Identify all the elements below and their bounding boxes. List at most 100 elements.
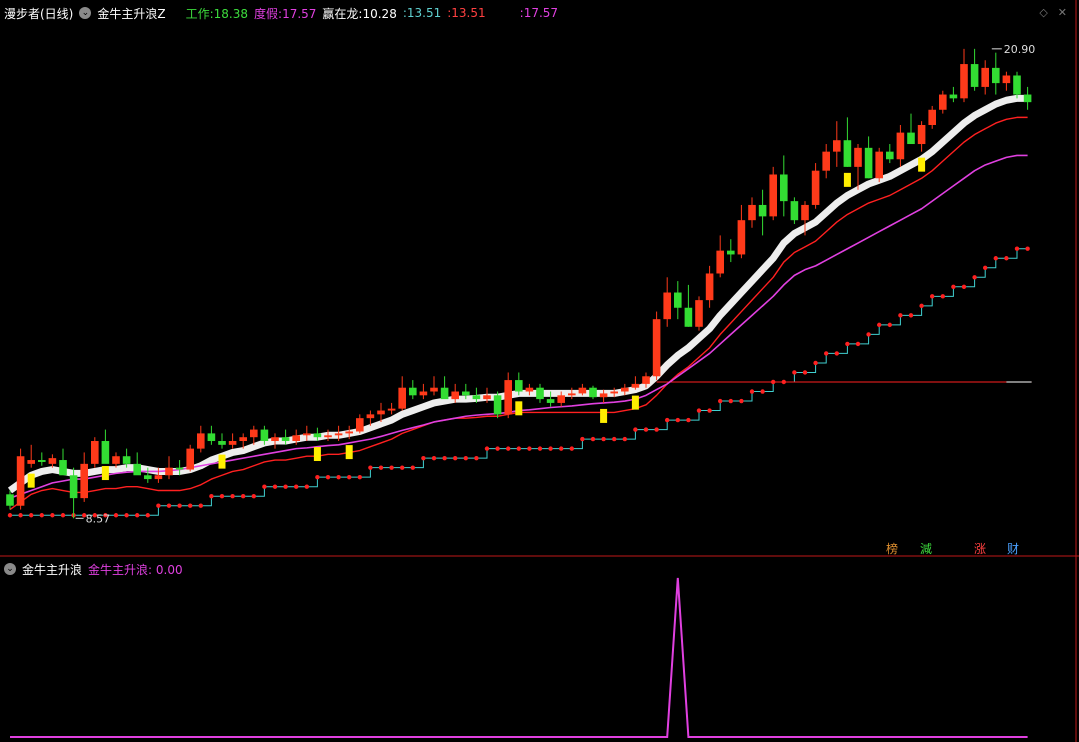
stair-dot (718, 398, 723, 404)
stair-dot (855, 341, 861, 347)
stair-dot (368, 465, 373, 470)
badge-rank[interactable]: 榜 (885, 542, 899, 556)
signal-bar (631, 395, 639, 410)
stair-dot (845, 341, 850, 347)
stair-dot (304, 484, 309, 489)
signal-bar (515, 401, 523, 416)
sub-panel-header: ⌄ 金牛主升浪 金牛主升浪: 0.00 (4, 560, 183, 578)
stair-dot (272, 484, 278, 489)
diamond-icon[interactable]: ◇ (1039, 6, 1047, 19)
candle-body (769, 174, 777, 217)
candle-body (27, 460, 35, 464)
candle-body (1023, 94, 1032, 103)
stair-dot (612, 436, 617, 442)
candle-body (462, 391, 470, 396)
candle-body (684, 307, 693, 327)
candle-body (112, 456, 120, 464)
candle-body (38, 460, 46, 462)
stair-dot (1025, 246, 1030, 251)
stair-dot (166, 503, 172, 508)
candle-body (16, 456, 25, 506)
candle-body (716, 250, 724, 274)
candle-body (864, 147, 873, 179)
stair-dot (686, 417, 691, 423)
candle-body (663, 292, 671, 320)
candle-body (536, 387, 544, 400)
stair-dot (251, 494, 256, 499)
badge-reduce[interactable]: 減 (919, 542, 933, 556)
stair-dot (951, 284, 956, 290)
candle-body (398, 387, 406, 409)
candle-body (69, 475, 78, 499)
candle-body (928, 109, 936, 125)
candle-body (271, 437, 279, 442)
stair-dot (580, 436, 585, 442)
stair-dot (739, 398, 744, 404)
candle-body (175, 467, 184, 470)
candle-body (504, 380, 512, 415)
stair-dot (474, 455, 479, 461)
stair-dot (813, 360, 818, 366)
sub-indicator-name[interactable]: 金牛主升浪 (22, 561, 82, 578)
signal-bar (218, 454, 226, 469)
stair-dot (802, 370, 808, 375)
candle-body (207, 433, 216, 442)
stair-dot (336, 474, 341, 480)
legend-red: :13.51 (447, 6, 486, 20)
stair-dot (484, 446, 490, 451)
stair-dot (357, 474, 362, 480)
candle-body (758, 204, 767, 217)
stair-dot (696, 408, 702, 413)
signal-bar (918, 157, 926, 172)
stair-dot (400, 465, 405, 470)
candle-body (801, 204, 809, 221)
candle-body (483, 395, 491, 400)
badge-wealth[interactable]: 财 (1006, 542, 1020, 556)
stair-dot (389, 465, 394, 470)
stair-dot (294, 484, 299, 489)
indicator-name[interactable]: 金牛主升浪Z (97, 5, 165, 22)
candle-body (451, 391, 459, 400)
candle-body (546, 399, 555, 403)
stair-dot (431, 455, 437, 461)
stair-dot (834, 351, 839, 356)
stair-dot (198, 503, 203, 508)
candle-body (239, 437, 247, 442)
candle-body (387, 408, 396, 411)
stair-dot (230, 494, 235, 499)
stair-dot (877, 322, 882, 328)
stair-dot (919, 303, 924, 309)
close-icon[interactable]: ✕ (1058, 6, 1067, 19)
candle-body (822, 151, 830, 171)
candle-body (970, 64, 979, 87)
low-price-label: 8.57 (86, 512, 111, 525)
candle-body (917, 124, 926, 145)
stock-name[interactable]: 漫步者(日线) (4, 5, 73, 22)
stair-dot (156, 503, 161, 508)
candle-body (186, 448, 194, 470)
stair-dot (930, 294, 935, 299)
candlestick-chart[interactable]: 20.90 8.57 (0, 0, 1079, 742)
stair-dot (18, 513, 23, 518)
stair-dot (347, 474, 352, 480)
candle-body (122, 456, 131, 464)
stair-dot (50, 513, 55, 518)
collapse-icon[interactable]: ⌄ (4, 563, 16, 575)
candle-body (589, 387, 597, 398)
stair-dot (421, 455, 426, 461)
candle-body (833, 140, 841, 152)
candle-body (907, 132, 915, 145)
candle-body (525, 387, 534, 392)
stair-dot (410, 465, 415, 470)
collapse-icon[interactable]: ⌄ (79, 7, 92, 19)
candle-body (48, 458, 57, 464)
high-price-label: 20.90 (1004, 43, 1036, 56)
candle-body (292, 435, 300, 442)
badge-rise[interactable]: 涨 (973, 542, 987, 556)
candle-body (737, 220, 746, 255)
candle-body (250, 429, 258, 438)
stair-dot (707, 408, 712, 413)
main-panel-header: 漫步者(日线) ⌄ 金牛主升浪Z 工作:18.38 度假:17.57 赢在龙:1… (4, 4, 558, 22)
legend-dragon: 赢在龙:10.28 (322, 6, 397, 21)
stair-dot (378, 465, 384, 470)
